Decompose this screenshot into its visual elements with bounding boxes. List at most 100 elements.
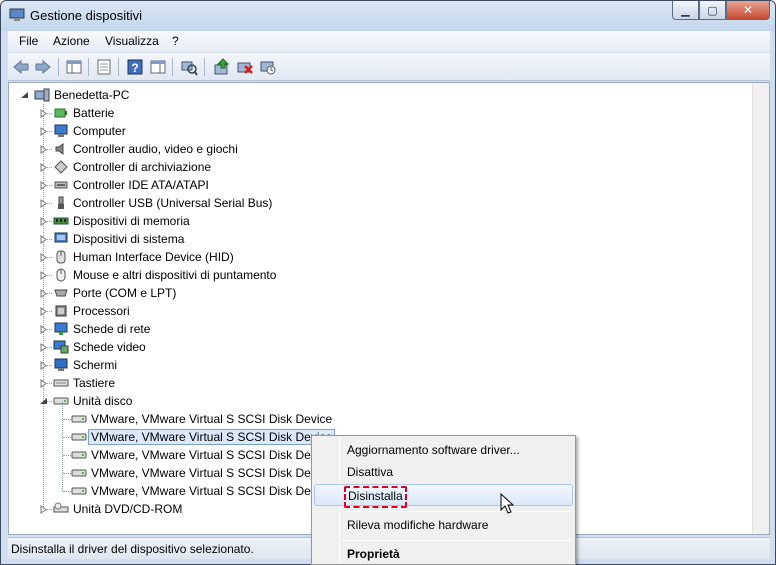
tree-node-label: Processori	[73, 304, 130, 318]
menu-file[interactable]: File	[19, 34, 38, 48]
action-pane-icon[interactable]	[149, 58, 167, 76]
vertical-scrollbar[interactable]	[752, 83, 769, 534]
show-hide-console-tree-icon[interactable]	[65, 58, 83, 76]
tree-category-7[interactable]: Dispositivi di sistema	[53, 230, 184, 248]
collapsed-triangle-icon[interactable]	[39, 343, 48, 352]
collapsed-triangle-icon[interactable]	[39, 505, 48, 514]
disk-drive-icon	[71, 451, 87, 459]
tree-category-4[interactable]: Controller IDE ATA/ATAPI	[53, 176, 209, 194]
collapsed-triangle-icon[interactable]	[39, 271, 48, 280]
help-icon[interactable]: ?	[126, 58, 144, 76]
properties-sheet-icon[interactable]	[95, 58, 113, 76]
tree-node-label: Controller IDE ATA/ATAPI	[73, 178, 209, 192]
tree-node-label: Controller di archiviazione	[73, 160, 212, 174]
tree-node-label: VMware, VMware Virtual S SCSI Disk Devic…	[88, 429, 336, 445]
expanded-triangle-icon[interactable]	[39, 397, 48, 406]
menu-item-uninstall[interactable]: Disinstalla	[314, 484, 573, 508]
menu-item-scan-hardware[interactable]: Rileva modifiche hardware	[314, 514, 573, 536]
maximize-icon: ▢	[707, 4, 718, 17]
tree-disk-device-4[interactable]: VMware, VMware Virtual S SCSI Disk Devic…	[71, 482, 332, 500]
collapsed-triangle-icon[interactable]	[39, 235, 48, 244]
collapsed-triangle-icon[interactable]	[39, 127, 48, 136]
tree-category-9[interactable]: Mouse e altri dispositivi di puntamento	[53, 266, 276, 284]
menu-visualizza[interactable]: Visualizza	[105, 34, 159, 48]
tree-node-label: Computer	[73, 124, 126, 138]
hid-icon	[56, 250, 66, 264]
tree-category-11[interactable]: Processori	[53, 302, 130, 320]
tree-category-16[interactable]: Unità disco	[53, 392, 132, 410]
tree-root-computer[interactable]: Benedetta-PC	[34, 86, 129, 104]
tree-node-label: Mouse e altri dispositivi di puntamento	[73, 268, 277, 282]
tree-category-5[interactable]: Controller USB (Universal Serial Bus)	[53, 194, 272, 212]
menu-item-update-driver[interactable]: Aggiornamento software driver...	[314, 439, 573, 461]
tree-category-1[interactable]: Computer	[53, 122, 126, 140]
collapsed-triangle-icon[interactable]	[39, 253, 48, 262]
toolbar-separator	[172, 58, 173, 76]
disable-device-icon[interactable]	[236, 58, 254, 76]
scan-hardware-icon[interactable]	[180, 58, 198, 76]
dvd-drive-icon	[53, 502, 69, 513]
tree-node-label: VMware, VMware Virtual S SCSI Disk Devic…	[91, 484, 333, 498]
menu-help[interactable]: ?	[172, 34, 179, 48]
tree-disk-device-1[interactable]: VMware, VMware Virtual S SCSI Disk Devic…	[71, 428, 336, 446]
collapsed-triangle-icon[interactable]	[39, 307, 48, 316]
status-text: Disinstalla il driver del dispositivo se…	[11, 542, 254, 556]
tree-node-label: VMware, VMware Virtual S SCSI Disk Devic…	[91, 448, 333, 462]
disk-drive-icon	[53, 397, 69, 405]
tree-node-label: VMware, VMware Virtual S SCSI Disk Devic…	[91, 412, 333, 426]
collapsed-triangle-icon[interactable]	[39, 199, 48, 208]
window-title: Gestione dispositivi	[30, 8, 142, 23]
expanded-triangle-icon[interactable]	[20, 91, 29, 100]
device-manager-app-icon	[9, 8, 25, 21]
tree-category-6[interactable]: Dispositivi di memoria	[53, 212, 190, 230]
update-driver-icon[interactable]	[213, 58, 231, 76]
disk-drive-icon	[71, 415, 87, 423]
tree-connector-line	[63, 455, 71, 456]
menu-item-label: Proprietà	[347, 547, 400, 561]
tree-node-label: Porte (COM e LPT)	[73, 286, 177, 300]
collapsed-triangle-icon[interactable]	[39, 181, 48, 190]
tree-node-label: Schede di rete	[73, 322, 151, 336]
back-arrow-icon[interactable]	[12, 58, 30, 76]
menu-item-disable[interactable]: Disattiva	[314, 461, 573, 483]
tree-category-15[interactable]: Tastiere	[53, 374, 115, 392]
forward-arrow-icon[interactable]	[34, 58, 52, 76]
collapsed-triangle-icon[interactable]	[39, 379, 48, 388]
collapsed-triangle-icon[interactable]	[39, 217, 48, 226]
window-controls: ▁ ▢ ✕	[672, 1, 770, 21]
uninstall-device-icon[interactable]	[259, 58, 277, 76]
close-button[interactable]: ✕	[726, 1, 770, 20]
tree-category-3[interactable]: Controller di archiviazione	[53, 158, 211, 176]
tree-node-label: Unità DVD/CD-ROM	[73, 502, 183, 516]
tree-disk-device-2[interactable]: VMware, VMware Virtual S SCSI Disk Devic…	[71, 446, 332, 464]
disk-drive-icon	[71, 433, 87, 441]
menu-item-properties[interactable]: Proprietà	[314, 543, 573, 565]
collapsed-triangle-icon[interactable]	[39, 145, 48, 154]
usb-icon	[58, 196, 64, 209]
collapsed-triangle-icon[interactable]	[39, 109, 48, 118]
tree-category-0[interactable]: Batterie	[53, 104, 114, 122]
toolbar-separator	[204, 58, 205, 76]
tree-disk-device-0[interactable]: VMware, VMware Virtual S SCSI Disk Devic…	[71, 410, 332, 428]
tree-category-2[interactable]: Controller audio, video e giochi	[53, 140, 238, 158]
collapsed-triangle-icon[interactable]	[39, 325, 48, 334]
tree-category-8[interactable]: Human Interface Device (HID)	[53, 248, 234, 266]
collapsed-triangle-icon[interactable]	[39, 289, 48, 298]
tree-category-12[interactable]: Schede di rete	[53, 320, 150, 338]
tree-category-10[interactable]: Porte (COM e LPT)	[53, 284, 176, 302]
maximize-button[interactable]: ▢	[699, 1, 726, 20]
tree-node-label: Controller USB (Universal Serial Bus)	[73, 196, 273, 210]
tree-connector-line	[62, 402, 63, 491]
toolbar-separator	[88, 58, 89, 76]
menu-azione[interactable]: Azione	[53, 34, 90, 48]
tree-node-label: Dispositivi di sistema	[73, 232, 185, 246]
processor-icon	[55, 305, 67, 317]
minimize-button[interactable]: ▁	[672, 1, 699, 20]
collapsed-triangle-icon[interactable]	[39, 361, 48, 370]
collapsed-triangle-icon[interactable]	[39, 163, 48, 172]
tree-category-13[interactable]: Schede video	[53, 338, 146, 356]
tree-category-dvd[interactable]: Unità DVD/CD-ROM	[53, 500, 182, 518]
tree-category-14[interactable]: Schermi	[53, 356, 117, 374]
tree-disk-device-3[interactable]: VMware, VMware Virtual S SCSI Disk Devic…	[71, 464, 332, 482]
title-bar[interactable]: Gestione dispositivi ▁ ▢ ✕	[1, 1, 775, 31]
